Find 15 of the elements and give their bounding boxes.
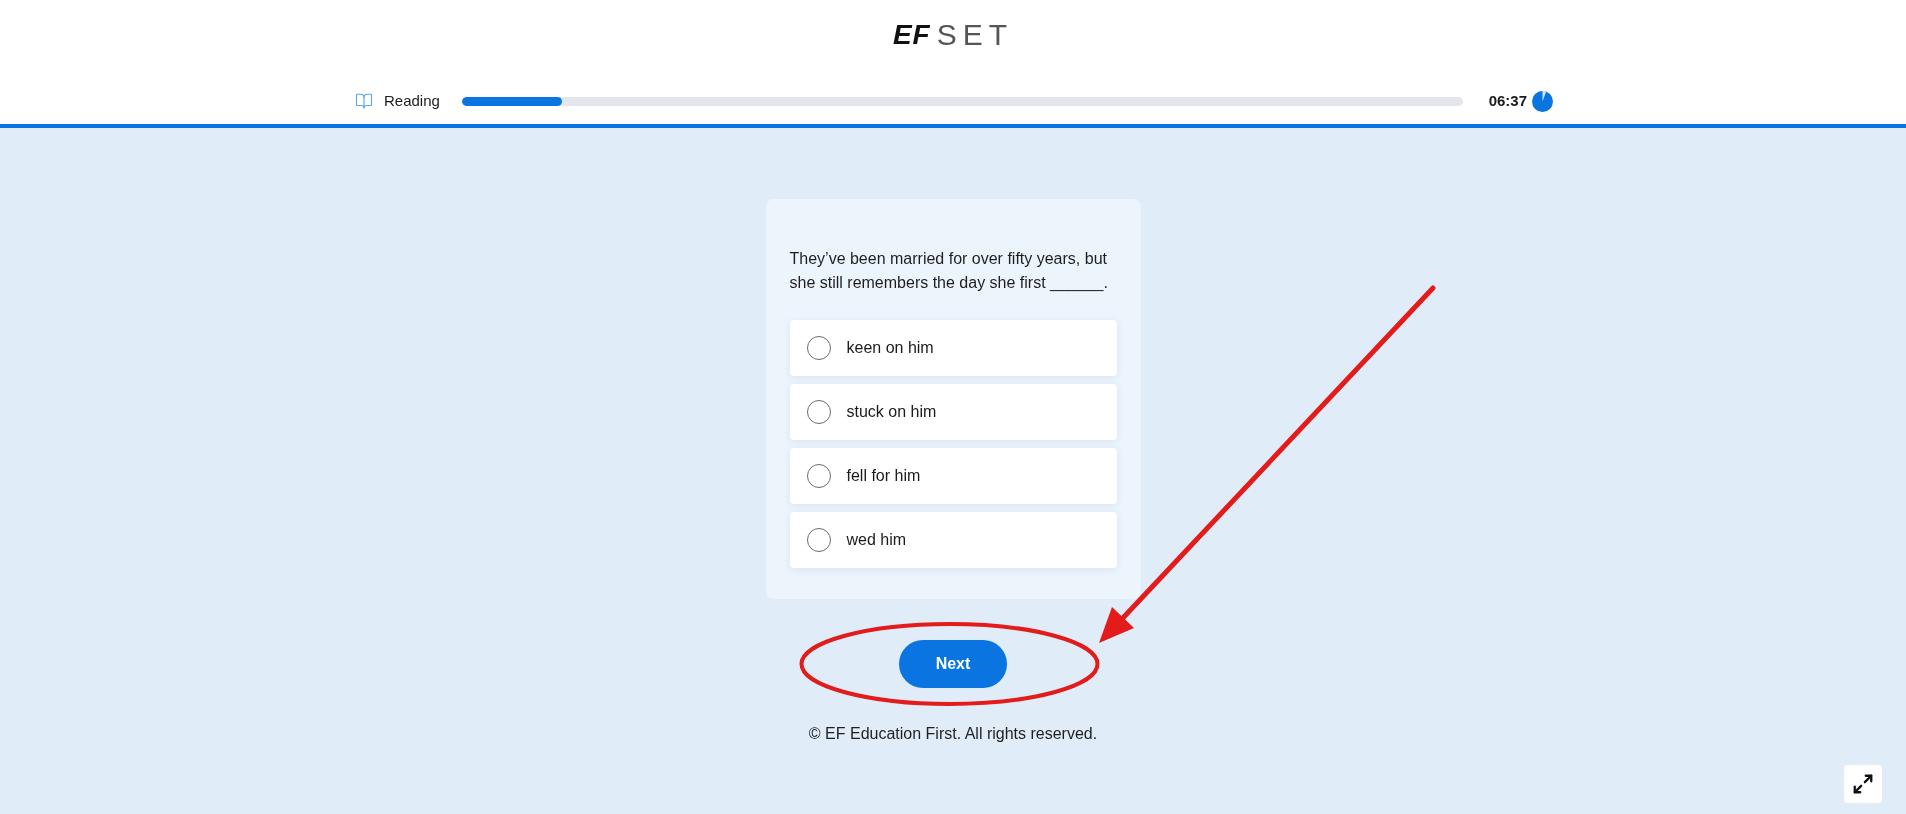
expand-arrows-icon: [1852, 773, 1874, 795]
answer-option[interactable]: wed him: [789, 512, 1117, 568]
answer-option[interactable]: stuck on him: [789, 384, 1117, 440]
answer-option[interactable]: keen on him: [789, 320, 1117, 376]
next-button[interactable]: Next: [899, 640, 1007, 688]
timer-icon: [1532, 90, 1553, 112]
logo-monogram: EF: [892, 21, 931, 49]
book-icon: [355, 92, 373, 110]
question-text: They’ve been married for over fifty years, but she still remembers the day she first ______.: [789, 249, 1109, 294]
copyright-text: © EF Education First. All rights reserved.: [808, 725, 1098, 743]
section-label: Reading: [384, 92, 440, 110]
answer-option[interactable]: fell for him: [789, 448, 1117, 504]
fullscreen-button[interactable]: [1844, 765, 1882, 803]
logo-wordmark: SET: [936, 20, 1014, 50]
timer-text: 06:37: [1488, 92, 1527, 110]
